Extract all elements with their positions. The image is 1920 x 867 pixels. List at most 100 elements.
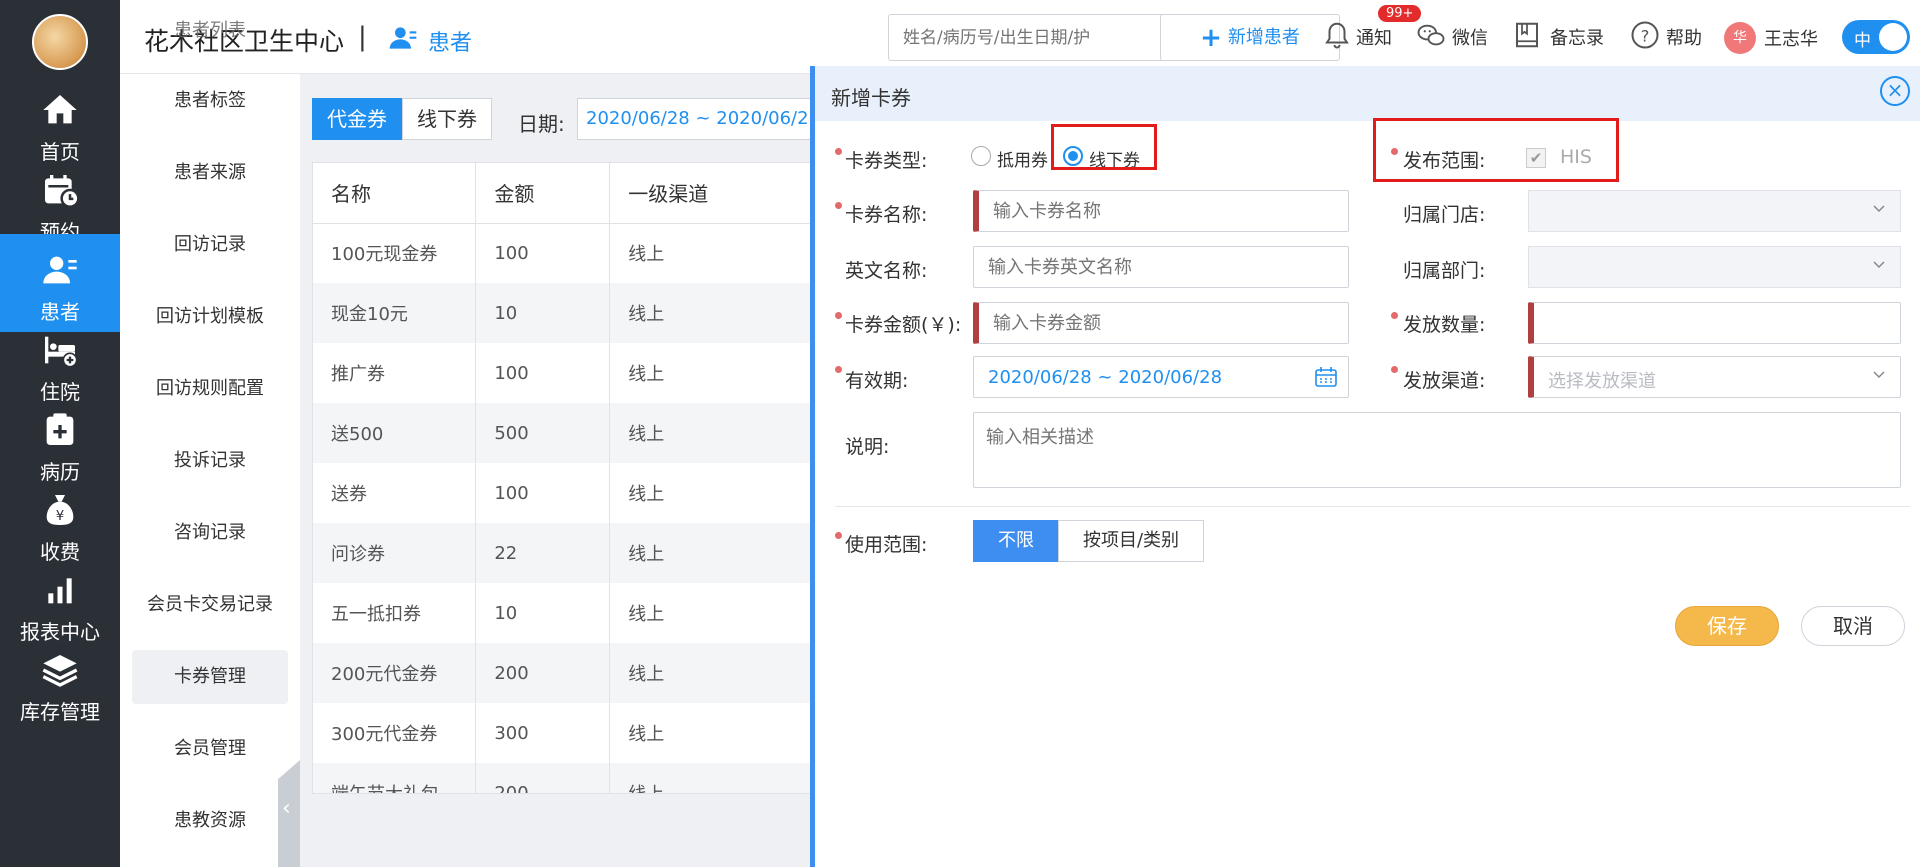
- user-name[interactable]: 王志华: [1764, 25, 1818, 51]
- submenu-item-patient-source[interactable]: 患者来源: [132, 146, 288, 200]
- cell-channel: 线上: [609, 223, 811, 283]
- table-row[interactable]: 问诊券 22 线上: [313, 523, 811, 583]
- cell-channel: 线上: [609, 703, 811, 763]
- submenu-item-followup-rules[interactable]: 回访规则配置: [132, 362, 288, 416]
- table-row[interactable]: 现金10元 10 线上: [313, 283, 811, 343]
- memo-icon[interactable]: [1512, 20, 1542, 50]
- english-name-label: 英文名称:: [845, 260, 928, 282]
- english-name-input[interactable]: [973, 246, 1349, 288]
- svg-text:?: ?: [1641, 26, 1650, 45]
- bed-icon: [45, 336, 78, 368]
- table-row[interactable]: 100元现金券 100 线上: [313, 223, 811, 283]
- cell-name: 现金10元: [313, 283, 477, 343]
- validity-date-range-input[interactable]: 2020/06/28 ~ 2020/06/28: [973, 356, 1349, 398]
- table-row[interactable]: 推广券 100 线上: [313, 343, 811, 403]
- language-toggle-label: 中: [1854, 31, 1871, 51]
- avatar[interactable]: 华: [1724, 22, 1756, 54]
- submenu-item-patient-tags[interactable]: 患者标签: [132, 74, 288, 128]
- cancel-button[interactable]: 取消: [1801, 606, 1905, 646]
- cell-amount: 22: [475, 523, 611, 583]
- cell-name: 200元代金券: [313, 643, 477, 703]
- cell-channel: 线上: [609, 583, 811, 643]
- issue-quantity-label: 发放数量:: [1403, 314, 1486, 336]
- plus-icon: +: [1200, 23, 1222, 53]
- table-row[interactable]: 端午节大礼包200线上: [313, 763, 811, 793]
- submenu-item-patient-list[interactable]: 患者列表: [174, 16, 246, 42]
- submenu-item-member-management[interactable]: 会员管理: [132, 722, 288, 776]
- radio-deduction-coupon-label[interactable]: 抵用券: [997, 146, 1048, 171]
- date-filter-label: 日期:: [518, 112, 565, 136]
- submenu-item-member-card-transactions[interactable]: 会员卡交易记录: [132, 578, 288, 632]
- validity-date-range-value: 2020/06/28 ~ 2020/06/28: [988, 367, 1223, 388]
- svg-text:¥: ¥: [56, 509, 64, 524]
- column-header-amount[interactable]: 金额: [475, 163, 611, 224]
- notify-link[interactable]: 通知: [1356, 24, 1392, 50]
- radio-deduction-coupon[interactable]: [971, 146, 991, 166]
- column-header-channel[interactable]: 一级渠道: [609, 163, 811, 224]
- issue-channel-select[interactable]: 选择发放渠道: [1528, 356, 1901, 398]
- save-button[interactable]: 保存: [1675, 606, 1779, 646]
- table-row[interactable]: 送券 100 线上: [313, 463, 811, 523]
- header-separator: |: [358, 22, 367, 52]
- usage-by-item-button[interactable]: 按项目/类别: [1058, 520, 1204, 562]
- layers-icon: [42, 655, 78, 687]
- add-patient-button[interactable]: + 新增患者: [1160, 14, 1340, 61]
- left-navigation: 首页 预约 患者 住院 病历 ¥ 收费 报表中心 库存管理: [0, 0, 120, 867]
- wechat-icon[interactable]: [1416, 20, 1446, 50]
- cell-amount: 100: [475, 223, 611, 283]
- help-icon[interactable]: ?: [1630, 20, 1660, 50]
- breadcrumb[interactable]: 患者: [428, 25, 472, 57]
- bar-chart-icon: [48, 578, 72, 604]
- memo-link[interactable]: 备忘录: [1550, 24, 1604, 50]
- cell-amount: 200: [475, 763, 611, 793]
- bell-icon[interactable]: [1322, 20, 1352, 50]
- nav-item-label: 库存管理: [20, 700, 100, 724]
- card-name-input[interactable]: [973, 190, 1349, 232]
- submenu-item-followup-records[interactable]: 回访记录: [132, 218, 288, 272]
- table-row[interactable]: 300元代金券 300 线上: [313, 703, 811, 763]
- help-link[interactable]: 帮助: [1666, 24, 1702, 50]
- calendar-icon[interactable]: [1314, 366, 1338, 388]
- submenu-item-consultations[interactable]: 咨询记录: [132, 506, 288, 560]
- usage-unlimited-button[interactable]: 不限: [973, 520, 1059, 562]
- cell-amount: 10: [475, 583, 611, 643]
- cell-amount: 100: [475, 463, 611, 523]
- tab-offline-coupon[interactable]: 线下券: [402, 98, 492, 140]
- submenu-item-complaints[interactable]: 投诉记录: [132, 434, 288, 488]
- cell-name: 100元现金券: [313, 223, 477, 283]
- card-amount-label: 卡券金额(￥):: [845, 314, 962, 336]
- nav-item-inventory[interactable]: 库存管理: [0, 634, 120, 732]
- cell-name: 五一抵扣券: [313, 583, 477, 643]
- card-amount-input[interactable]: [973, 302, 1349, 344]
- description-label: 说明:: [845, 436, 890, 458]
- highlight-box: [1051, 124, 1157, 170]
- department-select[interactable]: [1528, 246, 1901, 288]
- submenu-item-education-resources[interactable]: 患教资源: [132, 794, 288, 848]
- table-header-row: 名称 金额 一级渠道: [313, 163, 811, 224]
- medical-record-icon: [46, 413, 74, 445]
- date-filter-input[interactable]: 2020/06/28 ~ 2020/06/28: [577, 98, 827, 140]
- close-icon[interactable]: ×: [1880, 76, 1910, 106]
- table-row[interactable]: 送500 500 线上: [313, 403, 811, 463]
- store-select[interactable]: [1528, 190, 1901, 232]
- add-coupon-dialog: 新增卡券 × 卡券类型: 抵用券 线下券 发布范围: ✔ HIS 卡券名称: 归…: [810, 66, 1920, 867]
- tab-voucher[interactable]: 代金券: [312, 98, 402, 140]
- card-name-label: 卡券名称:: [845, 204, 928, 226]
- wechat-link[interactable]: 微信: [1452, 24, 1488, 50]
- submenu-item-card-management[interactable]: 卡券管理: [132, 650, 288, 704]
- table-row[interactable]: 200元代金券 200 线上: [313, 643, 811, 703]
- app-logo: [32, 14, 88, 70]
- column-header-name[interactable]: 名称: [313, 163, 477, 224]
- cell-name: 端午节大礼包: [313, 763, 477, 793]
- table-row[interactable]: 五一抵扣券 10 线上: [313, 583, 811, 643]
- chevron-down-icon: [1873, 371, 1885, 379]
- submenu-item-followup-templates[interactable]: 回访计划模板: [132, 290, 288, 344]
- chevron-left-icon: ‹: [282, 796, 291, 821]
- patient-icon: [389, 27, 417, 49]
- description-textarea[interactable]: [973, 412, 1901, 488]
- form-divider: [835, 506, 1910, 507]
- issue-quantity-input[interactable]: [1528, 302, 1901, 344]
- language-toggle[interactable]: 中: [1842, 20, 1910, 54]
- required-marker: [1391, 312, 1398, 319]
- chevron-down-icon: [1873, 261, 1885, 269]
